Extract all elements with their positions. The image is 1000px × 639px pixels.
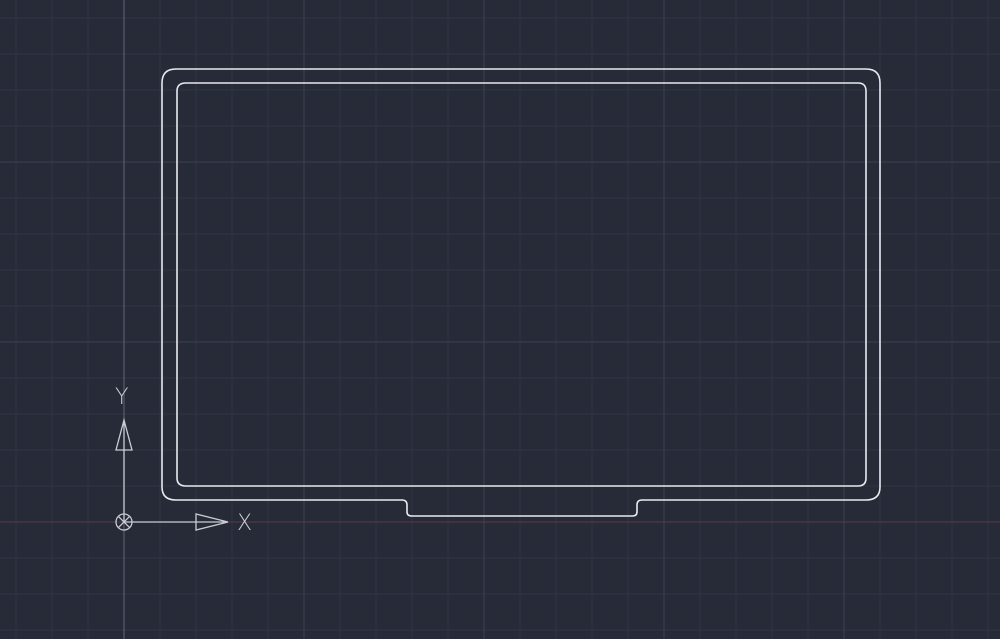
grid-major-lines [0, 0, 1000, 639]
grid-minor-lines [0, 0, 1000, 639]
ucs-x-arrowhead-icon [195, 513, 229, 531]
inner-offset-outline[interactable] [176, 82, 867, 487]
ucs-x-label: X [237, 511, 252, 536]
ucs-y-arrowhead-icon [115, 417, 133, 451]
cad-viewport[interactable]: Y X [0, 0, 1000, 639]
model-space-canvas[interactable]: Y X [0, 0, 1000, 639]
ucs-y-label: Y [115, 385, 128, 410]
